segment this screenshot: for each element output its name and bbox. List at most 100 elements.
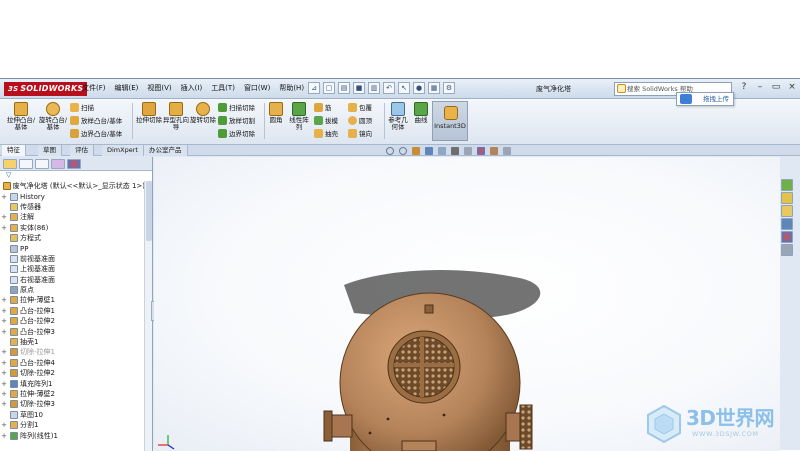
sweep-button[interactable]: 扫描	[70, 102, 94, 112]
tree-item[interactable]: + 凸台-拉伸1	[0, 306, 145, 316]
solidworks-resources-icon[interactable]	[781, 179, 793, 191]
tab-dimxpert[interactable]: DimXpert	[102, 145, 144, 156]
tree-item[interactable]: 前视基准面	[0, 254, 145, 264]
lofted-cut-button[interactable]: 放样切割	[218, 115, 255, 125]
expand-toggle[interactable]: +	[0, 431, 8, 441]
tree-root[interactable]: 废气净化塔 (默认<<默认>_显示状态 1>)	[0, 181, 145, 191]
hide-show-items-icon[interactable]	[464, 147, 472, 155]
expand-toggle[interactable]: +	[0, 399, 8, 409]
tree-item[interactable]: 传感器	[0, 202, 145, 212]
dome-button[interactable]: 圆顶	[348, 115, 372, 125]
filter-icon[interactable]: ▽	[0, 171, 152, 180]
help-button[interactable]: ?	[738, 82, 750, 94]
tree-item[interactable]: + 填充阵列1	[0, 378, 145, 388]
menu-edit[interactable]: 编辑(E)	[115, 83, 139, 93]
menu-file[interactable]: 文件(F)	[82, 83, 106, 93]
tree-item[interactable]: + 凸台-拉伸3	[0, 326, 145, 336]
reference-geometry-button[interactable]: 参考几何体	[386, 102, 410, 131]
rib-button[interactable]: 筋	[314, 102, 332, 112]
expand-toggle[interactable]: +	[0, 223, 8, 233]
select-icon[interactable]: ↖	[398, 82, 410, 94]
new-document-icon[interactable]: ▢	[323, 82, 335, 94]
tree-item[interactable]: 上视基准面	[0, 264, 145, 274]
print-icon[interactable]: ▥	[368, 82, 380, 94]
tree-item[interactable]: + 切除-拉伸2	[0, 368, 145, 378]
upload-tooltip[interactable]: 拖拽上传	[676, 92, 734, 106]
view-palette-icon[interactable]	[781, 218, 793, 230]
minimize-button[interactable]: –	[754, 82, 766, 94]
expand-toggle[interactable]: +	[0, 358, 8, 368]
revolve-cut-button[interactable]: 旋转切除	[190, 102, 216, 124]
tree-item[interactable]: + History	[0, 191, 145, 201]
maximize-button[interactable]: ▭	[770, 82, 782, 94]
design-library-icon[interactable]	[781, 192, 793, 204]
tree-item[interactable]: + 拉伸-薄壁1	[0, 295, 145, 305]
tree-item[interactable]: + 切除-拉伸1	[0, 347, 145, 357]
tree-item[interactable]: + 阵列(线性)1	[0, 430, 145, 440]
zoom-to-area-icon[interactable]	[399, 147, 407, 155]
loft-boss-button[interactable]: 放样凸台/基体	[70, 115, 122, 125]
edit-appearance-icon[interactable]	[477, 147, 485, 155]
rebuild-icon[interactable]: ●	[413, 82, 425, 94]
save-icon[interactable]: ■	[353, 82, 365, 94]
expand-toggle[interactable]: +	[0, 379, 8, 389]
previous-view-icon[interactable]	[412, 147, 420, 155]
hole-wizard-button[interactable]: 异型孔向导	[163, 102, 189, 131]
tab-office-products[interactable]: 办公室产品	[144, 145, 188, 156]
expand-toggle[interactable]: +	[0, 192, 8, 202]
file-explorer-icon[interactable]	[781, 205, 793, 217]
options-icon[interactable]: ⚙	[443, 82, 455, 94]
instant3d-button[interactable]: Instant3D	[432, 101, 468, 141]
fillet-button[interactable]: 圆角	[266, 102, 286, 124]
custom-properties-icon[interactable]	[781, 244, 793, 256]
close-button[interactable]: ×	[786, 82, 798, 94]
expand-toggle[interactable]: +	[0, 316, 8, 326]
feature-manager-tab-icon[interactable]	[3, 159, 17, 169]
tree-item[interactable]: + 分割1	[0, 420, 145, 430]
tree-item[interactable]: + 切除-拉伸3	[0, 399, 145, 409]
tree-item[interactable]: 草图10	[0, 410, 145, 420]
display-style-icon[interactable]	[451, 147, 459, 155]
shell-button[interactable]: 抽壳	[314, 128, 338, 138]
view-orientation-icon[interactable]	[438, 147, 446, 155]
appearances-icon[interactable]	[781, 231, 793, 243]
draft-button[interactable]: 拔模	[314, 115, 338, 125]
tab-sketch[interactable]: 草图	[38, 145, 62, 156]
linear-pattern-button[interactable]: 线性阵列	[288, 102, 310, 131]
expand-toggle[interactable]: +	[0, 295, 8, 305]
tree-item[interactable]: PP	[0, 243, 145, 253]
menu-tools[interactable]: 工具(T)	[211, 83, 235, 93]
expand-toggle[interactable]: +	[0, 368, 8, 378]
open-icon[interactable]: ▤	[338, 82, 350, 94]
section-view-icon[interactable]	[425, 147, 433, 155]
zoom-to-fit-icon[interactable]	[386, 147, 394, 155]
undo-icon[interactable]: ↶	[383, 82, 395, 94]
curves-button[interactable]: 曲线	[411, 102, 431, 124]
wrap-button[interactable]: 包覆	[348, 102, 372, 112]
extrude-cut-button[interactable]: 拉伸切除	[136, 102, 162, 124]
tree-item[interactable]: 右视基准面	[0, 275, 145, 285]
configuration-manager-tab-icon[interactable]	[35, 159, 49, 169]
tree-item[interactable]: + 实体(86)	[0, 223, 145, 233]
expand-toggle[interactable]: +	[0, 212, 8, 222]
apply-scene-icon[interactable]	[490, 147, 498, 155]
view-settings-icon[interactable]	[503, 147, 511, 155]
extrude-boss-button[interactable]: 拉伸凸台/基体	[6, 102, 36, 131]
tree-item[interactable]: + 凸台-拉伸4	[0, 358, 145, 368]
tab-features[interactable]: 特征	[2, 145, 26, 156]
property-manager-tab-icon[interactable]	[19, 159, 33, 169]
dimxpert-manager-tab-icon[interactable]	[51, 159, 65, 169]
expand-toggle[interactable]: +	[0, 347, 8, 357]
expand-toggle[interactable]: +	[0, 306, 8, 316]
menu-window[interactable]: 窗口(W)	[244, 83, 270, 93]
swept-cut-button[interactable]: 扫描切除	[218, 102, 255, 112]
tree-item[interactable]: 抽壳1	[0, 337, 145, 347]
revolve-boss-button[interactable]: 旋转凸台/基体	[38, 102, 68, 131]
expand-toggle[interactable]: +	[0, 327, 8, 337]
tree-item[interactable]: 方程式	[0, 233, 145, 243]
tree-item[interactable]: + 注解	[0, 212, 145, 222]
boundary-boss-button[interactable]: 边界凸台/基体	[70, 128, 122, 138]
boundary-cut-button[interactable]: 边界切除	[218, 128, 255, 138]
tree-item[interactable]: + 拉伸-薄壁2	[0, 389, 145, 399]
expand-toggle[interactable]: +	[0, 420, 8, 430]
